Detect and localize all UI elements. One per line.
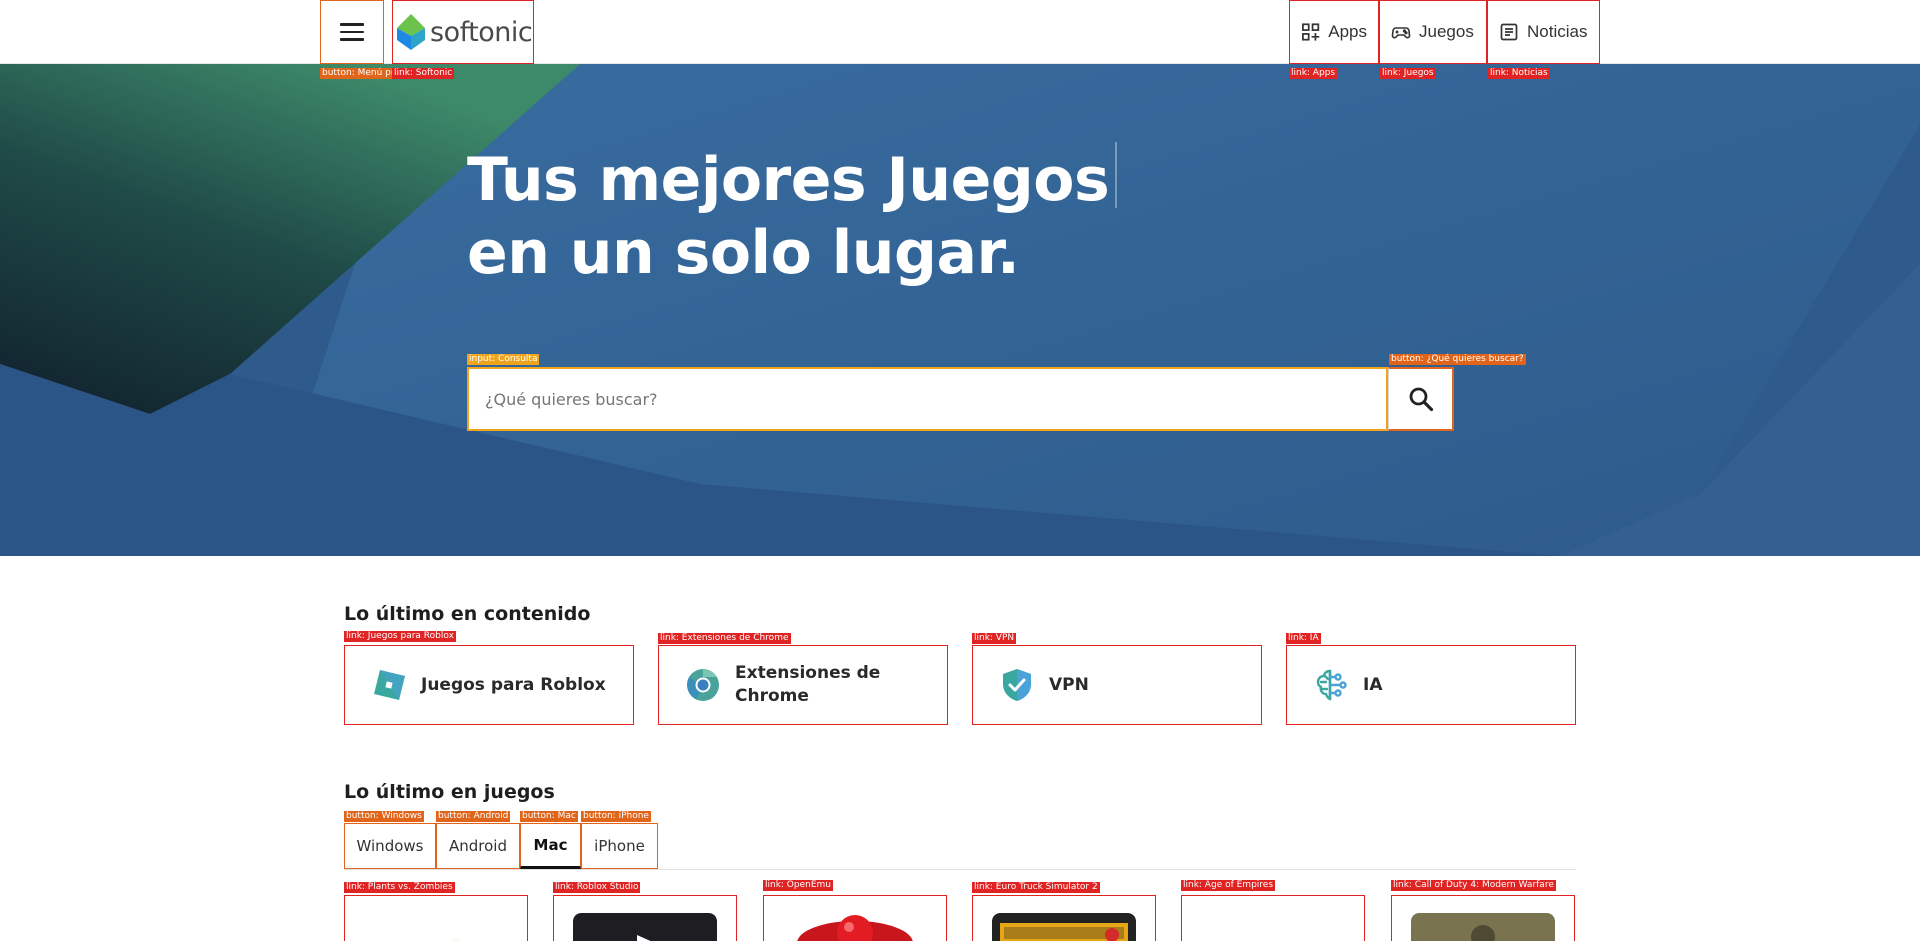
game-card-call-of-duty-4[interactable] [1391, 895, 1575, 941]
game-3-annotation: link: OpenEmu [763, 880, 834, 891]
hamburger-icon [340, 23, 364, 41]
nav-apps-annotation: link: Apps [1289, 68, 1338, 79]
card-vpn-annotation: link: VPN [972, 633, 1017, 644]
card-label: Juegos para Roblox [421, 674, 606, 695]
tab-iphone-annotation: button: iPhone [581, 811, 651, 822]
roblox-icon [374, 670, 405, 700]
hero-title-line-1: Tus mejores Juegos [467, 145, 1110, 215]
text-cursor [1115, 142, 1118, 208]
card-juegos-para-roblox[interactable]: Juegos para Roblox [344, 645, 634, 725]
card-extensiones-de-chrome[interactable]: Extensiones de Chrome [658, 645, 948, 725]
nav-juegos-annotation: link: Juegos [1380, 68, 1436, 79]
nav-apps-label: Apps [1328, 22, 1367, 41]
nav-juegos-label: Juegos [1419, 22, 1474, 41]
hero-background-shapes [0, 64, 1920, 556]
hero-banner: Tus mejores Juegos en un solo lugar. inp… [0, 64, 1920, 556]
nav-noticias-label: Noticias [1527, 22, 1588, 41]
game-card-openemu[interactable] [763, 895, 947, 941]
card-chrome-annotation: link: Extensiones de Chrome [658, 633, 791, 644]
gamepad-icon [1391, 27, 1411, 39]
card-roblox-annotation: link: Juegos para Roblox [344, 631, 456, 642]
tab-android[interactable]: Android [436, 823, 520, 869]
tab-mac[interactable]: Mac [520, 823, 581, 869]
apps-grid-icon [1302, 23, 1320, 41]
search-icon [1409, 387, 1433, 412]
logo-wordmark: softonic [430, 16, 533, 48]
game-thumbnail [992, 913, 1136, 941]
game-5-annotation: link: Age of Empires [1181, 880, 1276, 891]
game-thumbnail [573, 913, 717, 941]
tab-windows-annotation: button: Windows [344, 811, 424, 822]
card-ia[interactable]: IA [1286, 645, 1576, 725]
game-card-age-of-empires[interactable] [1181, 895, 1365, 941]
news-icon [1500, 23, 1518, 41]
game-thumbnail [797, 915, 913, 941]
platform-tabs: Windows Android Mac iPhone [344, 823, 658, 869]
main-menu-button[interactable] [320, 0, 384, 64]
card-vpn[interactable]: VPN [972, 645, 1262, 725]
hero-title: Tus mejores Juegos en un solo lugar. [467, 142, 1118, 290]
game-card-roblox-studio[interactable] [553, 895, 737, 941]
search-input-annotation: input: Consulta [467, 354, 540, 365]
tabs-divider [344, 869, 1576, 870]
brain-icon [1316, 669, 1347, 701]
tab-windows[interactable]: Windows [344, 823, 436, 869]
chrome-icon [687, 668, 719, 701]
game-card-plants-vs-zombies[interactable] [344, 895, 528, 941]
game-card-euro-truck-simulator-2[interactable] [972, 895, 1156, 941]
game-6-annotation: link: Call of Duty 4: Modern Warfare [1391, 880, 1556, 891]
softonic-logo-icon [397, 14, 425, 50]
nav-juegos-link[interactable]: Juegos [1379, 0, 1487, 64]
nav-noticias-link[interactable]: Noticias [1487, 0, 1600, 64]
shield-icon [1003, 669, 1031, 701]
game-thumbnail [451, 940, 460, 941]
card-ia-annotation: link: IA [1286, 633, 1321, 644]
tab-iphone[interactable]: iPhone [581, 823, 658, 869]
card-label: Extensiones de Chrome [735, 663, 881, 706]
top-header: softonic Apps Juegos Noticias [0, 0, 1920, 64]
hero-title-line-2: en un solo lugar. [467, 218, 1020, 288]
game-4-annotation: link: Euro Truck Simulator 2 [972, 882, 1100, 893]
tab-mac-annotation: button: Mac [520, 811, 578, 822]
game-1-annotation: link: Plants vs. Zombies [344, 882, 455, 893]
game-thumbnail [1411, 913, 1555, 941]
nav-apps-link[interactable]: Apps [1289, 0, 1379, 64]
search-bar [467, 367, 1454, 431]
nav-noticias-annotation: link: Noticias [1488, 68, 1550, 79]
games-section-title: Lo último en juegos [344, 781, 555, 803]
softonic-logo-link[interactable]: softonic [392, 0, 534, 64]
search-input[interactable] [467, 367, 1388, 431]
card-label: VPN [1049, 674, 1089, 695]
content-section-title: Lo último en contenido [344, 603, 591, 625]
search-button[interactable] [1388, 367, 1454, 431]
search-button-annotation: button: ¿Qué quieres buscar? [1389, 354, 1526, 365]
game-2-annotation: link: Roblox Studio [553, 882, 641, 893]
card-label: IA [1363, 674, 1383, 695]
tab-android-annotation: button: Android [436, 811, 511, 822]
logo-annotation: link: Softonic [392, 68, 455, 79]
